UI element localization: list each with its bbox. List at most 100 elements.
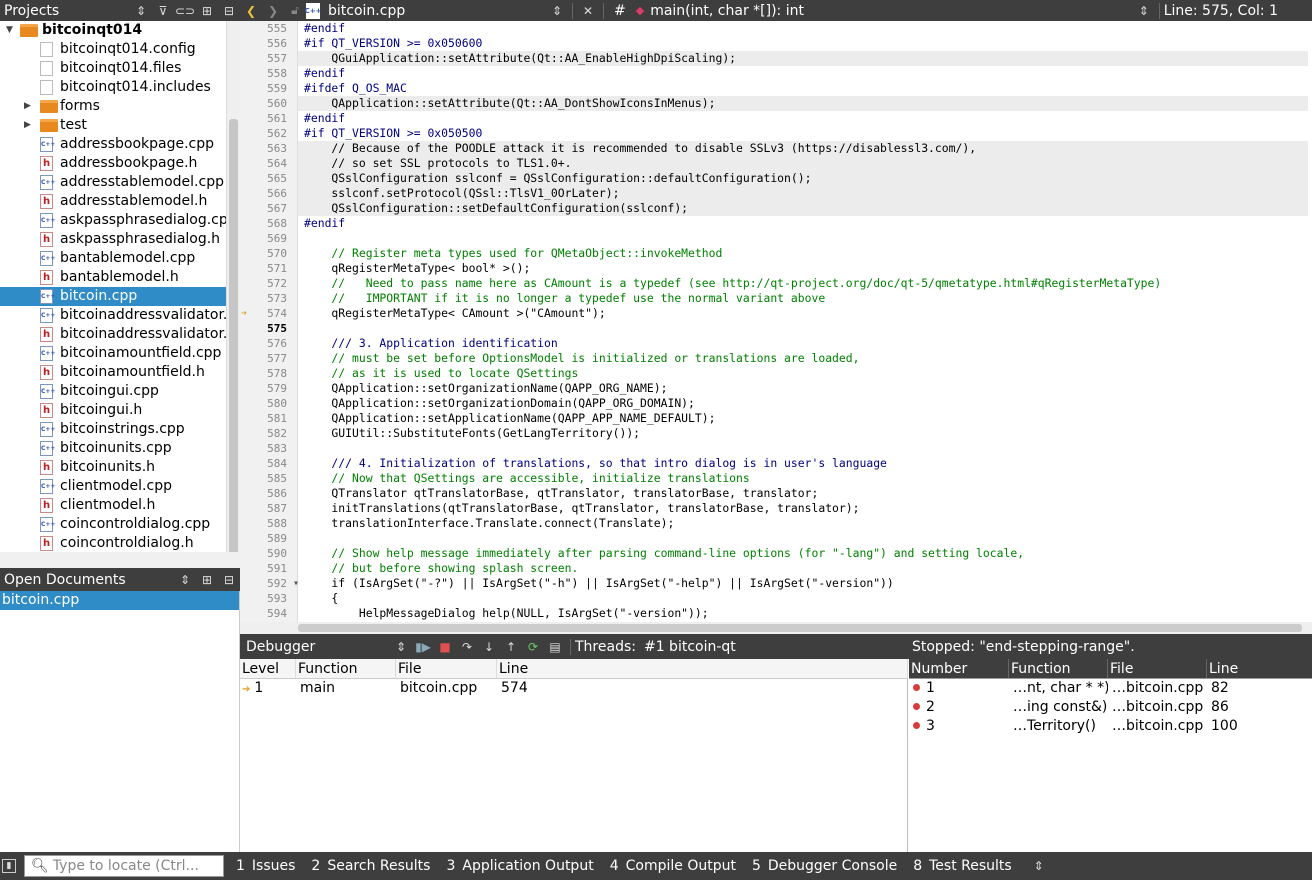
step-over-icon[interactable]: ↷ <box>456 637 478 657</box>
tree-item[interactable]: bitcoinqt014.config <box>0 40 226 59</box>
breakpoints-view[interactable]: Number Function File Line 1 …nt, char * *… <box>909 659 1312 852</box>
dropdown-arrows-icon[interactable]: ⇕ <box>390 637 412 657</box>
code-line[interactable]: QTranslator qtTranslatorBase, qtTranslat… <box>298 486 1308 501</box>
tree-item[interactable]: C++ askpassphrasedialog.cpp <box>0 211 226 230</box>
step-into-icon[interactable]: ↓ <box>478 637 500 657</box>
project-tree[interactable]: ▼ bitcoinqt014 bitcoinqt014.config bitcoinq… <box>0 21 226 552</box>
code-line[interactable]: qRegisterMetaType< CAmount >("CAmount"); <box>298 306 1308 321</box>
tree-item[interactable]: C++ addressbookpage.cpp <box>0 135 226 154</box>
code-editor[interactable]: #endif #if QT_VERSION >= 0x050600 QGuiApp… <box>298 21 1308 634</box>
line-number[interactable]: 589 <box>240 531 297 546</box>
forward-arrow-icon[interactable]: ❯ <box>262 1 284 21</box>
filter-icon[interactable]: ⊽ <box>152 1 174 21</box>
collapse-arrow-icon[interactable]: ▶ <box>24 97 31 116</box>
scrollbar-thumb[interactable] <box>298 624 1302 632</box>
code-line[interactable]: #endif <box>298 66 1308 81</box>
code-line[interactable]: QApplication::setOrganizationDomain(QAPP… <box>298 396 1308 411</box>
expand-arrow-icon[interactable]: ▼ <box>6 21 13 40</box>
breakpoint-row[interactable]: 3 …Territory() …bitcoin.cpp 100 <box>909 717 1312 736</box>
bp-col-line[interactable]: Line <box>1207 659 1312 678</box>
line-number[interactable]: 582 <box>240 426 297 441</box>
code-line[interactable]: // Now that QSettings are accessible, in… <box>298 471 1308 486</box>
bp-col-number[interactable]: Number <box>909 659 1009 678</box>
output-tab[interactable]: 2 Search Results <box>311 858 430 874</box>
line-number[interactable]: 571 <box>240 261 297 276</box>
code-line[interactable]: QSslConfiguration sslconf = QSslConfigur… <box>298 171 1308 186</box>
tree-item[interactable]: C++ bitcoingui.cpp <box>0 382 226 401</box>
output-tab[interactable]: 4 Compile Output <box>610 858 736 874</box>
tree-item[interactable]: h bitcoinunits.h <box>0 458 226 477</box>
code-line[interactable]: // so set SSL protocols to TLS1.0+. <box>298 156 1308 171</box>
sort-arrows-icon[interactable]: ⇕ <box>130 1 152 21</box>
tree-item[interactable]: C++ bitcoin.cpp <box>0 287 226 306</box>
tree-item[interactable]: bitcoinqt014.files <box>0 59 226 78</box>
line-number[interactable]: 588 <box>240 516 297 531</box>
output-tab[interactable]: 1 Issues <box>236 858 295 874</box>
continue-icon[interactable]: ▮▶ <box>412 637 434 657</box>
toggle-sidebar-icon[interactable]: ▮ <box>2 859 16 873</box>
locate-input[interactable]: 🔍︎ Type to locate (Ctrl... <box>24 855 224 877</box>
line-number[interactable]: 591 <box>240 561 297 576</box>
output-tab[interactable]: 3 Application Output <box>446 858 593 874</box>
output-tab[interactable]: 5 Debugger Console <box>752 858 897 874</box>
line-number[interactable]: 558 <box>240 66 297 81</box>
line-number[interactable]: 560 <box>240 96 297 111</box>
line-number[interactable]: 574 ➔ <box>240 306 297 321</box>
code-line[interactable]: #endif <box>298 216 1308 231</box>
tree-item[interactable]: ▶ forms <box>0 97 226 116</box>
code-line[interactable]: // Because of the POODLE attack it is re… <box>298 141 1308 156</box>
tree-item[interactable]: C++ bitcoinstrings.cpp <box>0 420 226 439</box>
breakpoint-row[interactable]: 2 …ing const&) …bitcoin.cpp 86 <box>909 698 1312 717</box>
line-number[interactable]: 587 <box>240 501 297 516</box>
line-number[interactable]: 559 <box>240 81 297 96</box>
thread-selector[interactable]: #1 bitcoin-qt <box>644 639 794 655</box>
breakpoint-row[interactable]: 1 …nt, char * *) …bitcoin.cpp 82 <box>909 679 1312 698</box>
line-number[interactable]: 572 <box>240 276 297 291</box>
code-line[interactable] <box>298 531 1308 546</box>
line-number[interactable]: 577 <box>240 351 297 366</box>
line-number[interactable]: 555 <box>240 21 297 36</box>
line-number[interactable]: 569 <box>240 231 297 246</box>
code-line[interactable] <box>298 321 1308 336</box>
project-tree-scrollbar[interactable] <box>226 21 240 559</box>
tree-item[interactable]: h bitcoinaddressvalidator.h <box>0 325 226 344</box>
stack-view[interactable]: Level Function File Line ➔ 1 main bitcoin… <box>240 659 908 852</box>
tree-item[interactable]: C++ bitcoinaddressvalidator.cpp <box>0 306 226 325</box>
tree-item[interactable]: h addressbookpage.h <box>0 154 226 173</box>
stack-row[interactable]: ➔ 1 main bitcoin.cpp 574 <box>240 679 908 698</box>
line-number[interactable]: 561 <box>240 111 297 126</box>
tree-item[interactable]: ▼ bitcoinqt014 <box>0 21 226 40</box>
line-number[interactable]: 563 <box>240 141 297 156</box>
tree-item[interactable]: bitcoinqt014.includes <box>0 78 226 97</box>
code-line[interactable]: translationInterface.Translate.connect(T… <box>298 516 1308 531</box>
stack-col-level[interactable]: Level <box>240 659 296 678</box>
close-panel-icon[interactable]: ⊟ <box>218 1 240 21</box>
line-number[interactable]: 578 <box>240 366 297 381</box>
tree-item[interactable]: h bantablemodel.h <box>0 268 226 287</box>
code-line[interactable]: // but before showing splash screen. <box>298 561 1308 576</box>
more-tabs-icon[interactable]: ⇕ <box>1028 856 1050 876</box>
code-line[interactable]: QSslConfiguration::setDefaultConfigurati… <box>298 201 1308 216</box>
close-document-icon[interactable]: ✕ <box>577 1 599 21</box>
line-number[interactable]: 564 <box>240 156 297 171</box>
line-number[interactable]: 567 <box>240 201 297 216</box>
tree-item[interactable]: h clientmodel.h <box>0 496 226 515</box>
code-line[interactable]: initTranslations(qtTranslatorBase, qtTra… <box>298 501 1308 516</box>
line-number[interactable]: 579 <box>240 381 297 396</box>
operate-by-instruction-icon[interactable]: ▤ <box>544 637 566 657</box>
cursor-position[interactable]: Line: 575, Col: 1 <box>1164 3 1278 19</box>
tree-item[interactable]: h bitcoinamountfield.h <box>0 363 226 382</box>
link-icon[interactable]: ⊂⊃ <box>174 1 196 21</box>
split-icon[interactable]: ⊞ <box>196 1 218 21</box>
stack-col-file[interactable]: File <box>396 659 497 678</box>
stack-col-line[interactable]: Line <box>497 659 908 678</box>
code-line[interactable]: #endif <box>298 21 1308 36</box>
line-number[interactable]: 557 <box>240 51 297 66</box>
line-number[interactable]: 594 <box>240 606 297 621</box>
line-number[interactable]: 584 <box>240 456 297 471</box>
debugger-title[interactable]: Debugger <box>240 639 390 655</box>
code-line[interactable]: /// 4. Initialization of translations, s… <box>298 456 1308 471</box>
code-line[interactable]: // as it is used to locate QSettings <box>298 366 1308 381</box>
output-tab[interactable]: 8 Test Results <box>913 858 1012 874</box>
code-line[interactable]: qRegisterMetaType< bool* >(); <box>298 261 1308 276</box>
